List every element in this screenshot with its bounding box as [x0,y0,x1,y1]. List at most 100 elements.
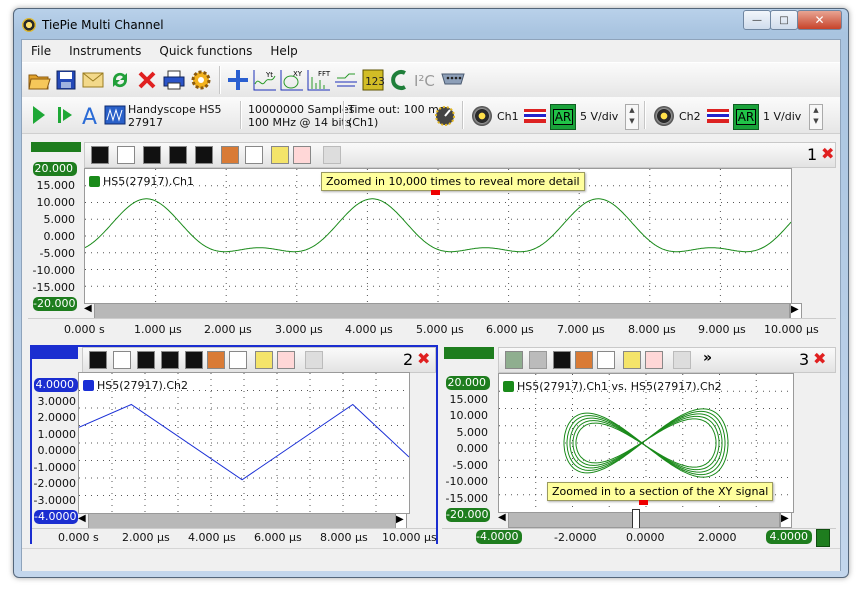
ch2-auto-range-button[interactable]: AR [733,104,759,130]
graph-3-x-channel-tab[interactable] [816,529,830,547]
graph-1-scroll-right-icon[interactable]: ▶ [790,303,802,319]
graph-2-plot-area[interactable]: HS5(27917).Ch2 [78,372,410,514]
ch2-probe-icon[interactable] [654,106,674,126]
graph-3-hide-icon[interactable] [673,351,691,369]
meter-icon[interactable] [333,67,359,93]
graph-2-scroll-right-icon[interactable]: ▶ [395,513,407,529]
maximize-button[interactable]: □ [770,10,798,30]
graph-1-yt-icon[interactable] [117,146,135,164]
graph-2-y-axis[interactable]: 4.0000 3.0000 2.0000 1.0000 0.0000 -1.00… [32,361,82,524]
graph-3-y-axis[interactable]: 20.000 15.000 10.000 5.000 0.000 -5.000 … [444,361,494,522]
graph-2-note-icon[interactable] [255,351,273,369]
fft-graph-icon[interactable]: FFT [306,67,332,93]
graph-3-clear-icon[interactable] [645,351,663,369]
ch2-volts-per-div[interactable]: 1 V/div [763,110,801,123]
graph-2-clear-icon[interactable] [277,351,295,369]
oscilloscope-instrument-icon[interactable] [102,102,128,128]
graph-3-zoom-marker[interactable] [639,500,648,505]
graph-2-y-max[interactable]: 4.0000 [34,378,78,392]
graph-1-horizontal-scrollbar[interactable] [94,303,790,319]
record-length-info[interactable]: 10000000 Samples 100 MHz @ 14 bits [248,103,354,129]
email-icon[interactable] [80,67,106,93]
ch1-range-spinner[interactable]: ▲ ▼ [625,104,639,130]
graph-2-close-icon[interactable]: ✖ [417,351,433,367]
graph-3-x-axis[interactable]: -4.0000 -2.0000 0.0000 2.0000 4.0000 [442,528,836,547]
graph-3-xy-mode-icon[interactable] [505,351,523,369]
title-bar[interactable]: TiePie Multi Channel — □ ✕ [14,9,848,39]
graph-1-x-axis[interactable]: 0.000 s 1.000 µs 2.000 µs 3.000 µs 4.000… [28,318,836,339]
yt-graph-icon[interactable]: Yt [252,67,278,93]
graph-1-zoom-marker[interactable] [431,190,440,195]
graph-2-scroll-left-icon[interactable]: ◀ [78,513,88,527]
graph-1-hide-icon[interactable] [323,146,341,164]
graph-2-yt-icon[interactable] [113,351,131,369]
add-instrument-icon[interactable] [225,67,251,93]
menu-file[interactable]: File [22,40,60,62]
graph-2-legend[interactable]: HS5(27917).Ch2 [83,379,188,392]
graph-3-horizontal-scrollbar[interactable] [508,512,780,528]
menu-instruments[interactable]: Instruments [60,40,150,62]
graph-3-legend[interactable]: HS5(27917).Ch1 vs. HS5(27917).Ch2 [503,380,722,393]
graph-3-plot-area[interactable]: HS5(27917).Ch1 vs. HS5(27917).Ch2 Zoomed… [498,373,794,513]
close-window-button[interactable]: ✕ [797,10,842,30]
can-bus-icon[interactable] [387,67,413,93]
open-folder-icon[interactable] [26,67,52,93]
refresh-icon[interactable] [107,67,133,93]
single-shot-icon[interactable] [52,102,78,128]
graph-1-trigger-icon[interactable] [143,146,161,164]
ch1-volts-per-div[interactable]: 5 V/div [580,110,618,123]
graph-2-cursor-icon[interactable] [161,351,179,369]
graph-2-x-axis[interactable]: 0.000 s 2.000 µs 4.000 µs 6.000 µs 8.000… [32,528,437,545]
graph-1-y-max[interactable]: 20.000 [33,162,77,176]
menu-help[interactable]: Help [261,40,306,62]
graph-2-y-min[interactable]: -4.0000 [34,510,78,524]
graph-3-more-button[interactable]: » [703,350,712,366]
print-icon[interactable] [161,67,187,93]
graph-3-display-icon[interactable] [553,351,571,369]
delete-icon[interactable] [134,67,160,93]
graph-1-zoom-icon[interactable] [245,146,263,164]
menu-quick-functions[interactable]: Quick functions [150,40,261,62]
graph-2-marker-icon[interactable] [207,351,225,369]
graph-3-scroll-left-icon[interactable]: ◀ [498,512,508,526]
serial-port-icon[interactable] [440,67,466,93]
xy-graph-icon[interactable]: XY [279,67,305,93]
i2c-icon[interactable]: I²C [412,67,438,93]
graph-3-scroll-right-icon[interactable]: ▶ [780,512,792,528]
graph-1-mode-icon[interactable] [91,146,109,164]
graph-1-display-icon[interactable] [195,146,213,164]
ch2-channel-header[interactable] [32,347,78,359]
graph-2-mode-icon[interactable] [89,351,107,369]
ch1-coupling-icon[interactable] [524,109,546,123]
graph-1-cursor-icon[interactable] [169,146,187,164]
timeout-knob-icon[interactable] [432,103,458,129]
ch2-range-spinner[interactable]: ▲ ▼ [809,104,823,130]
graph-2-horizontal-scrollbar[interactable] [88,513,396,529]
graph-3-scroll-thumb[interactable] [632,509,640,529]
graph-3-y-max[interactable]: 20.000 [446,376,490,390]
graph-3-marker-icon[interactable] [575,351,593,369]
graph-1-scroll-left-icon[interactable]: ◀ [84,303,94,317]
graph-1-marker-icon[interactable] [221,146,239,164]
graph-3-x-max[interactable]: 4.0000 [766,530,812,544]
trigger-timeout-info[interactable]: Time out: 100 ms (Ch1) [348,103,445,129]
graph-1-legend[interactable]: HS5(27917).Ch1 [89,175,194,188]
save-icon[interactable] [53,67,79,93]
auto-setup-icon[interactable]: A [78,102,104,128]
start-play-icon[interactable] [26,102,52,128]
ch1-auto-range-button[interactable]: AR [550,104,576,130]
graph-1-plot-area[interactable]: HS5(27917).Ch1 Zoomed in 10,000 times to… [84,168,792,304]
graph-1-note-icon[interactable] [271,146,289,164]
graph-2-zoom-icon[interactable] [229,351,247,369]
graph-2-hide-icon[interactable] [305,351,323,369]
graph-1-close-icon[interactable]: ✖ [821,146,837,162]
settings-gear-icon[interactable] [188,67,214,93]
ch2-coupling-icon[interactable] [707,109,729,123]
minimize-button[interactable]: — [743,10,771,30]
panel-3-channel-header[interactable] [444,347,494,359]
graph-1-y-min[interactable]: -20.000 [33,297,77,311]
ch1-channel-header[interactable] [31,142,81,152]
graph-3-close-icon[interactable]: ✖ [813,351,829,367]
graph-1-y-axis[interactable]: 20.000 15.000 10.000 5.000 0.000 -5.000 … [31,156,81,316]
graph-2-display-icon[interactable] [185,351,203,369]
